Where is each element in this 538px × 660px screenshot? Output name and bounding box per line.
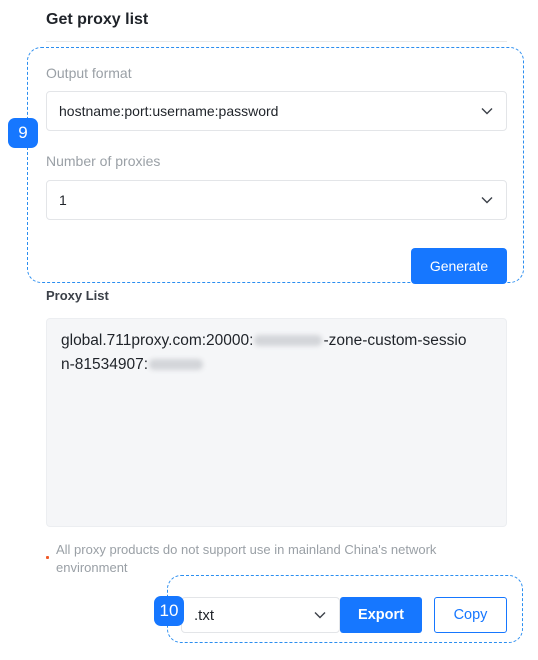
proxy-count-label: Number of proxies xyxy=(46,153,161,169)
step-badge-10: 10 xyxy=(154,596,184,626)
file-type-value: .txt xyxy=(194,606,215,624)
proxy-line1-suffix: -zone-custom-sessio xyxy=(323,332,467,349)
page-title: Get proxy list xyxy=(46,11,149,28)
output-format-label: Output format xyxy=(46,65,132,81)
step-badge-9: 9 xyxy=(8,118,38,148)
copy-button[interactable]: Copy xyxy=(434,597,507,633)
chevron-down-icon xyxy=(480,104,494,118)
chevron-down-icon xyxy=(313,608,327,622)
notice-dot-icon xyxy=(46,556,49,559)
region-notice-text: All proxy products do not support use in… xyxy=(56,542,437,575)
generate-button[interactable]: Generate xyxy=(411,248,507,284)
file-type-select[interactable]: .txt xyxy=(181,597,340,633)
proxy-line1-prefix: global.711proxy.com:20000: xyxy=(61,332,254,349)
proxy-list-output[interactable]: global.711proxy.com:20000: -zone-custom-s… xyxy=(46,318,507,527)
proxy-line2-prefix: n-81534907: xyxy=(61,356,149,373)
output-format-select[interactable]: hostname:port:username:password xyxy=(46,91,507,131)
export-button[interactable]: Export xyxy=(340,597,422,633)
proxy-count-value: 1 xyxy=(59,192,67,208)
proxy-count-select[interactable]: 1 xyxy=(46,180,507,220)
redacted-username xyxy=(254,335,323,347)
output-format-value: hostname:port:username:password xyxy=(59,103,279,119)
chevron-down-icon xyxy=(480,193,494,207)
proxy-list-label: Proxy List xyxy=(46,288,109,303)
region-notice: All proxy products do not support use in… xyxy=(46,541,506,577)
redacted-password xyxy=(149,359,204,371)
title-divider xyxy=(46,41,507,42)
